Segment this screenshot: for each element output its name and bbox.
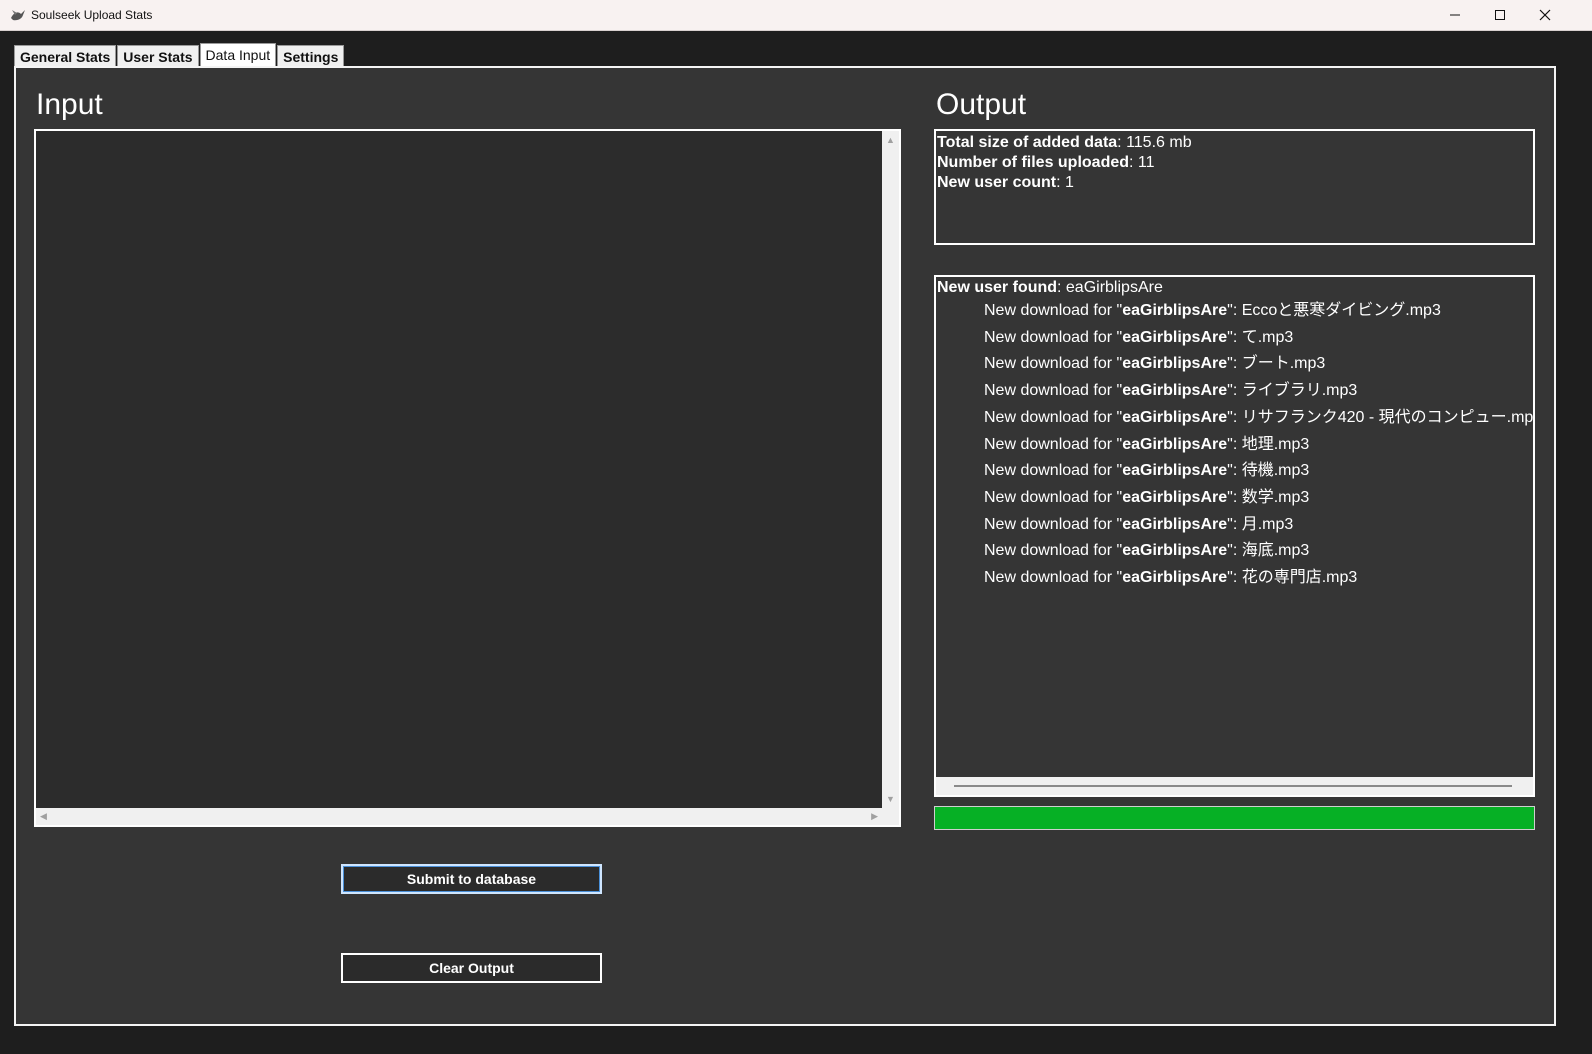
close-icon xyxy=(1539,9,1551,21)
log-line-file: ": リサフランク420 - 現代のコンピュー.mp3 xyxy=(1227,408,1535,426)
summary-files-uploaded: Number of files uploaded: 11 xyxy=(937,153,1532,173)
log-line-prefix: New download for " xyxy=(984,302,1123,319)
log-line-user: eaGirblipsAre xyxy=(1122,328,1228,346)
data-input-panel: Input ▲ ▼ ◀ ▶ Output Total size of added… xyxy=(14,66,1556,1026)
log-download-line: New download for "eaGirblipsAre": て.mp3 xyxy=(937,325,1533,352)
maximize-button[interactable] xyxy=(1477,0,1523,30)
input-vertical-scrollbar[interactable]: ▲ ▼ xyxy=(882,131,899,808)
log-line-file: ": ブート.mp3 xyxy=(1227,355,1326,373)
log-line-user: eaGirblipsAre xyxy=(1122,462,1228,480)
summary-label: New user count xyxy=(937,174,1057,191)
log-download-line: New download for "eaGirblipsAre": 待機.mp3 xyxy=(937,458,1533,485)
submit-to-database-button[interactable]: Submit to database xyxy=(341,864,602,894)
log-line-file: ": 数学.mp3 xyxy=(1227,488,1310,506)
output-log[interactable]: New user found: eaGirblipsAre New downlo… xyxy=(934,275,1535,797)
tab-strip: General Stats User Stats Data Input Sett… xyxy=(14,43,345,68)
input-heading: Input xyxy=(36,88,103,121)
log-line-prefix: New download for " xyxy=(984,328,1123,346)
log-line-prefix: New download for " xyxy=(984,515,1123,533)
window-title: Soulseek Upload Stats xyxy=(31,8,153,22)
log-line-user: eaGirblipsAre xyxy=(1122,302,1228,319)
summary-label: Total size of added data xyxy=(937,134,1118,151)
summary-label: Number of files uploaded xyxy=(937,154,1130,171)
title-bar: Soulseek Upload Stats xyxy=(0,0,1592,31)
log-line-user: eaGirblipsAre xyxy=(1122,569,1228,587)
log-line-user: eaGirblipsAre xyxy=(1122,382,1228,400)
close-button[interactable] xyxy=(1522,0,1568,30)
log-header-value: : eaGirblipsAre xyxy=(1057,279,1163,296)
output-log-content: New user found: eaGirblipsAre New downlo… xyxy=(937,278,1533,592)
minimize-button[interactable] xyxy=(1432,0,1478,30)
minimize-icon xyxy=(1450,14,1460,16)
summary-value: : 11 xyxy=(1129,154,1155,171)
log-line-user: eaGirblipsAre xyxy=(1122,542,1228,560)
scroll-up-arrow-icon[interactable]: ▲ xyxy=(886,136,895,145)
log-download-line: New download for "eaGirblipsAre": ライブラリ.… xyxy=(937,378,1533,405)
maximize-icon xyxy=(1495,10,1505,20)
soulseek-bird-icon xyxy=(11,10,25,21)
log-download-line: New download for "eaGirblipsAre": 海底.mp3 xyxy=(937,538,1533,565)
progress-bar xyxy=(934,806,1535,830)
tab-general-stats[interactable]: General Stats xyxy=(14,45,117,68)
log-line-user: eaGirblipsAre xyxy=(1122,355,1228,373)
clear-output-button[interactable]: Clear Output xyxy=(341,953,602,983)
progress-fill xyxy=(935,807,1534,829)
log-download-line: New download for "eaGirblipsAre": 花の専門店.… xyxy=(937,565,1533,592)
log-line-file: ": Eccoと悪寒ダイビング.mp3 xyxy=(1227,302,1441,319)
log-line-file: ": 待機.mp3 xyxy=(1227,462,1310,480)
log-line-prefix: New download for " xyxy=(984,488,1123,506)
log-line-user: eaGirblipsAre xyxy=(1122,488,1228,506)
log-download-line: New download for "eaGirblipsAre": ブート.mp… xyxy=(937,351,1533,378)
log-user-header: New user found: eaGirblipsAre xyxy=(937,278,1533,298)
tab-settings[interactable]: Settings xyxy=(277,45,345,68)
log-line-prefix: New download for " xyxy=(984,569,1123,587)
output-heading: Output xyxy=(936,88,1027,121)
tab-user-stats[interactable]: User Stats xyxy=(117,45,199,68)
log-line-user: eaGirblipsAre xyxy=(1122,515,1228,533)
log-download-line: New download for "eaGirblipsAre": 地理.mp3 xyxy=(937,432,1533,459)
output-summary: Total size of added data: 115.6 mb Numbe… xyxy=(934,129,1535,245)
summary-value: : 115.6 mb xyxy=(1117,134,1192,151)
summary-new-user-count: New user count: 1 xyxy=(937,173,1532,193)
log-line-file: ": 海底.mp3 xyxy=(1227,542,1310,560)
log-line-prefix: New download for " xyxy=(984,542,1123,560)
summary-total-size: Total size of added data: 115.6 mb xyxy=(937,133,1532,153)
log-scroll-thumb[interactable] xyxy=(954,785,1512,787)
summary-value: : 1 xyxy=(1056,174,1074,191)
log-line-prefix: New download for " xyxy=(984,435,1123,453)
log-line-file: ": て.mp3 xyxy=(1227,328,1294,346)
log-line-file: ": ライブラリ.mp3 xyxy=(1227,382,1358,400)
scroll-right-arrow-icon[interactable]: ▶ xyxy=(871,812,878,821)
log-line-prefix: New download for " xyxy=(984,382,1123,400)
input-textarea[interactable]: ▲ ▼ ◀ ▶ xyxy=(34,129,901,827)
log-line-user: eaGirblipsAre xyxy=(1122,435,1228,453)
log-line-file: ": 花の専門店.mp3 xyxy=(1227,569,1358,587)
log-line-file: ": 月.mp3 xyxy=(1227,515,1294,533)
log-download-line: New download for "eaGirblipsAre": 数学.mp3 xyxy=(937,485,1533,512)
log-line-prefix: New download for " xyxy=(984,355,1123,373)
log-horizontal-scrollbar[interactable] xyxy=(936,777,1533,795)
log-download-line: New download for "eaGirblipsAre": Eccoと悪… xyxy=(937,298,1533,325)
scroll-down-arrow-icon[interactable]: ▼ xyxy=(886,795,895,804)
tab-data-input[interactable]: Data Input xyxy=(199,43,277,68)
log-line-file: ": 地理.mp3 xyxy=(1227,435,1310,453)
log-line-prefix: New download for " xyxy=(984,408,1123,426)
log-header-label: New user found xyxy=(937,279,1058,296)
log-download-line: New download for "eaGirblipsAre": リサフランク… xyxy=(937,405,1533,432)
input-horizontal-scrollbar[interactable]: ◀ ▶ xyxy=(36,808,882,825)
log-download-line: New download for "eaGirblipsAre": 月.mp3 xyxy=(937,512,1533,539)
log-line-user: eaGirblipsAre xyxy=(1122,408,1228,426)
log-line-prefix: New download for " xyxy=(984,462,1123,480)
scroll-left-arrow-icon[interactable]: ◀ xyxy=(40,812,47,821)
scroll-corner xyxy=(882,808,899,825)
